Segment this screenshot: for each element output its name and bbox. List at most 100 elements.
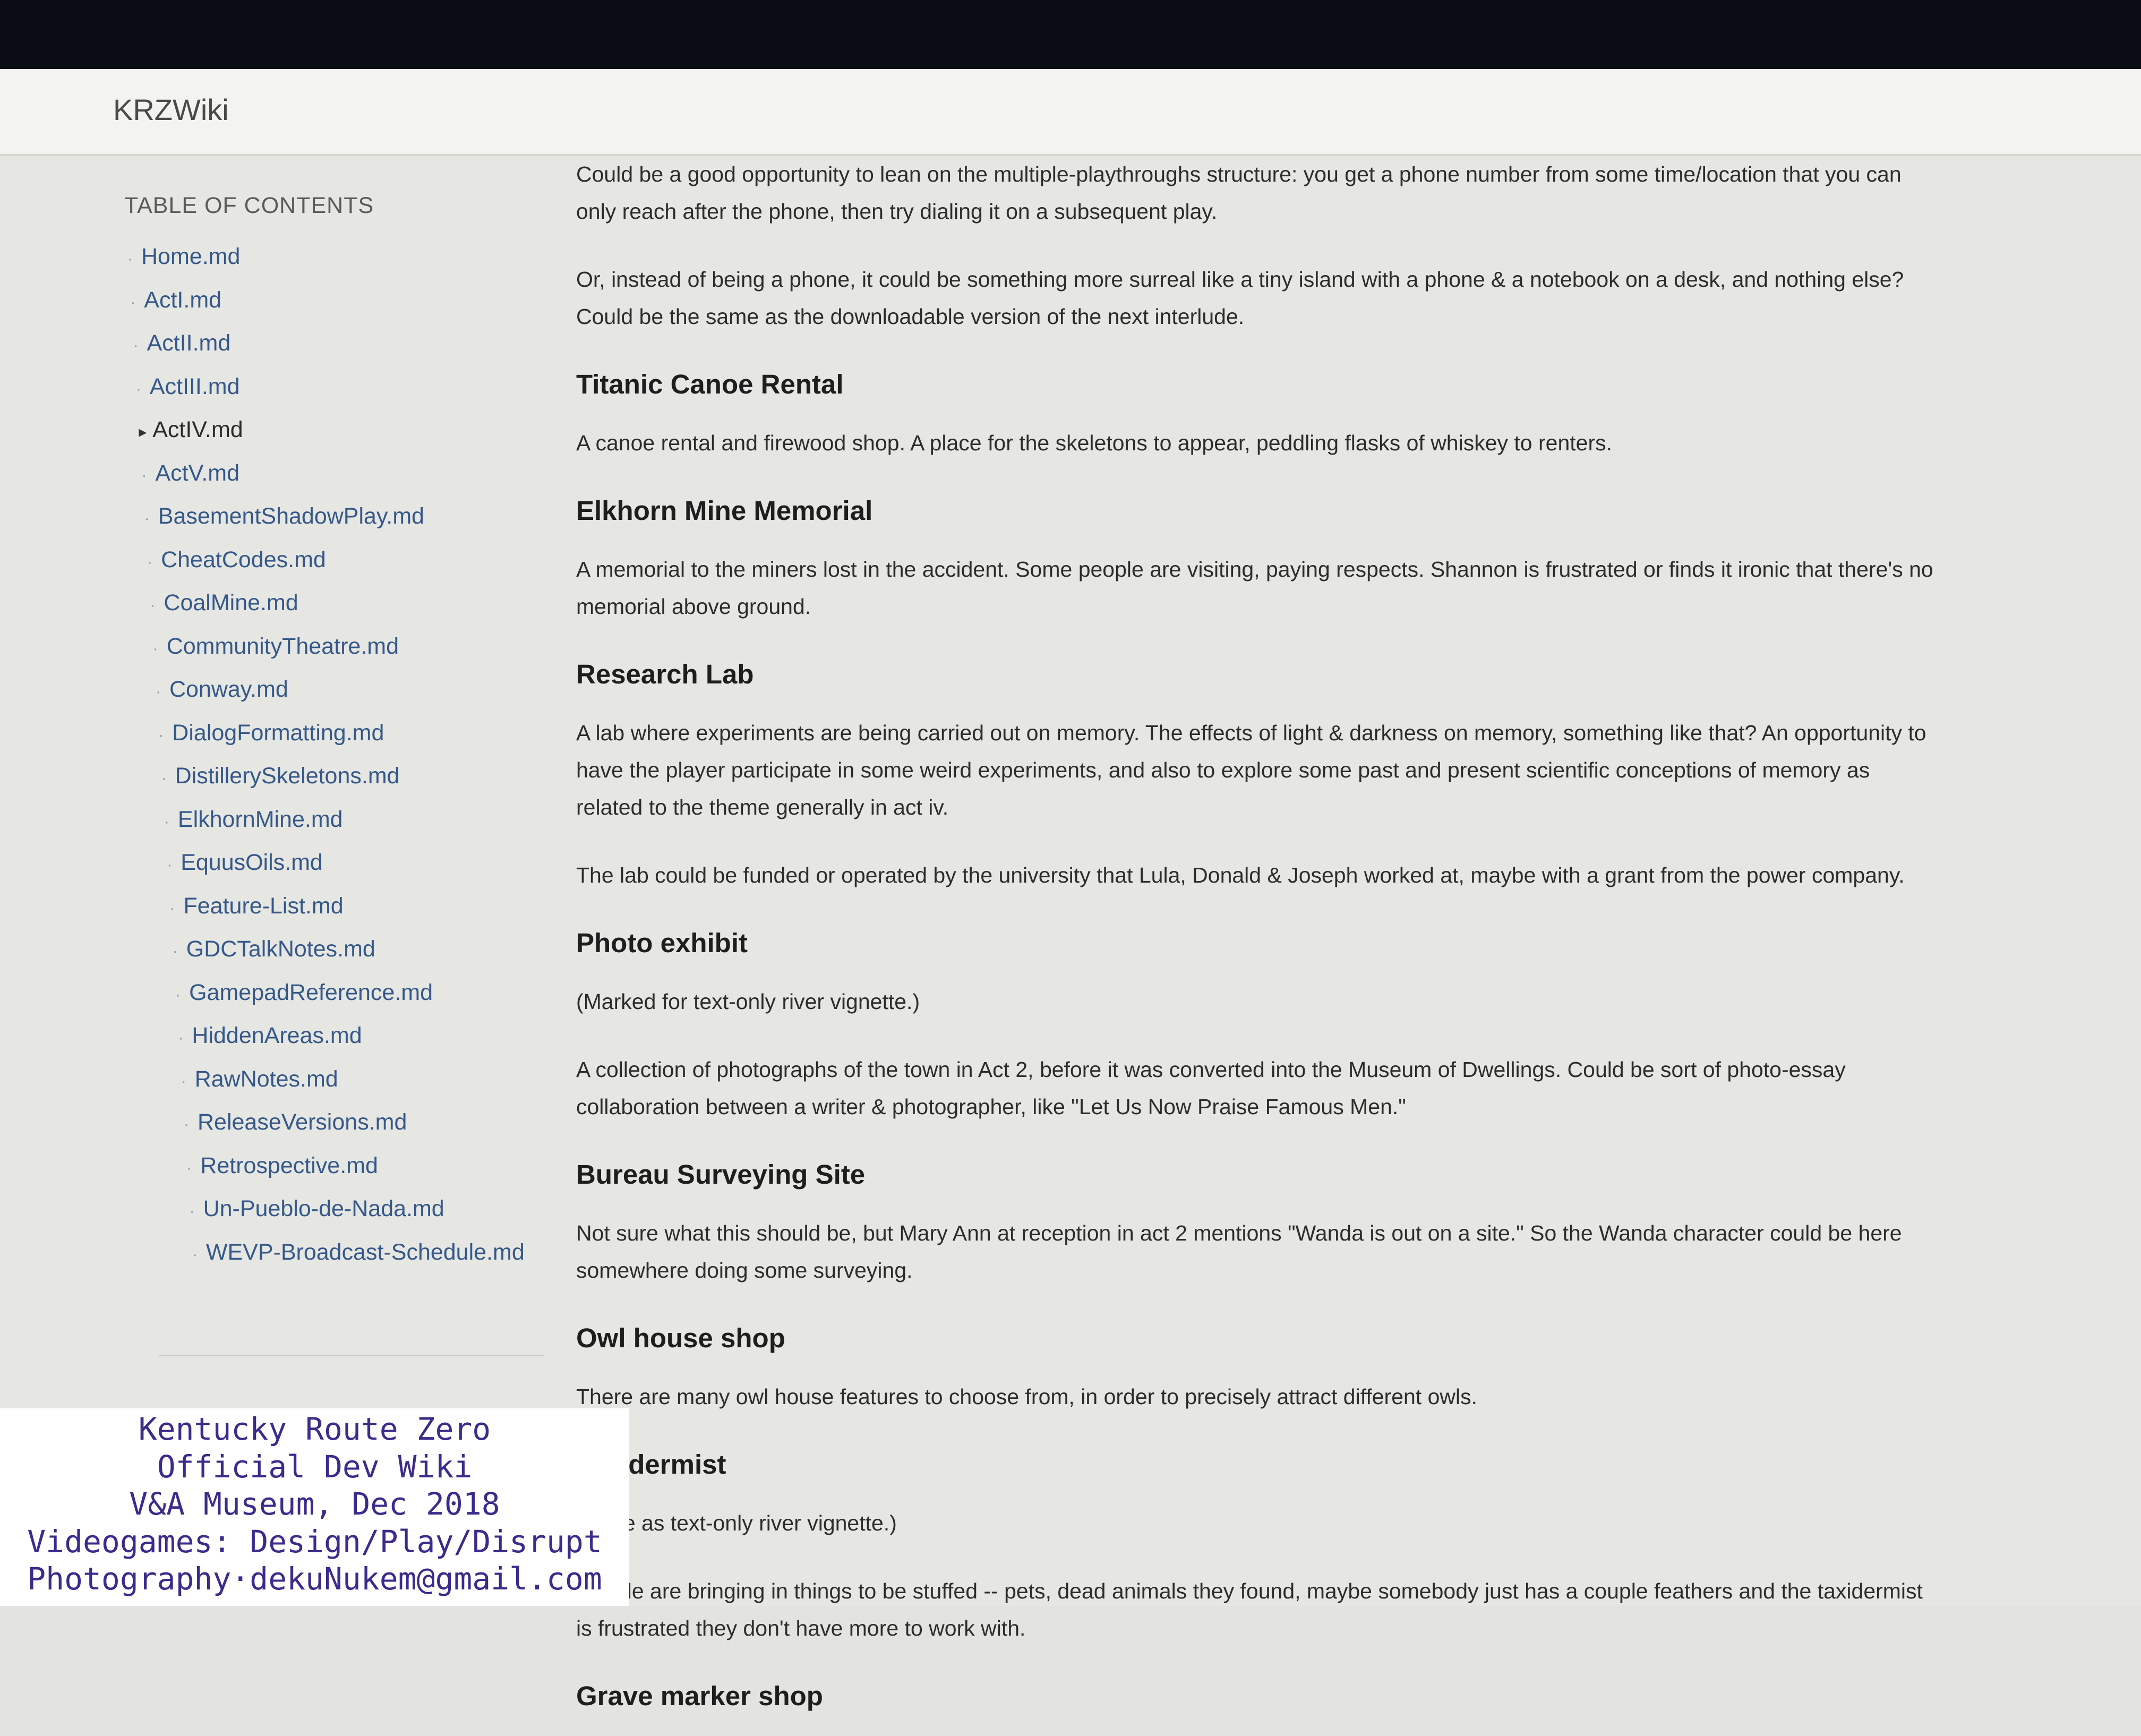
toc-item[interactable]: · Un-Pueblo-de-Nada.md xyxy=(0,1187,552,1231)
section-heading: Photo exhibit xyxy=(576,928,748,958)
section-paragraph: (Marked for text-only river vignette.) xyxy=(576,989,920,1014)
section-paragraph: People are bringing in things to be stuf… xyxy=(576,1579,1923,1640)
bullet-icon: · xyxy=(161,769,167,787)
toc-item-label: BasementShadowPlay.md xyxy=(158,503,424,529)
toc-item-label: Retrospective.md xyxy=(200,1152,378,1178)
browser-viewport: KRZWiki TABLE OF CONTENTS · Home.md · ActI.… xyxy=(0,69,2141,1711)
bullet-icon: · xyxy=(156,683,161,700)
toc-item-label: GDCTalkNotes.md xyxy=(186,936,375,962)
section-paragraph: Not sure what this should be, but Mary A… xyxy=(576,1221,1902,1282)
watermark-line: Photography·dekuNukem@gmail.com xyxy=(27,1561,602,1597)
toc-list: · Home.md · ActI.md · ActII.md · ActIII.md ▸ ActI… xyxy=(0,235,552,1274)
toc-item[interactable]: · DistillerySkeletons.md xyxy=(0,755,552,798)
toc-item[interactable]: · DialogFormatting.md xyxy=(0,712,552,755)
toc-item[interactable]: · CheatCodes.md xyxy=(0,538,552,582)
section-paragraph: There are many owl house features to cho… xyxy=(576,1384,1477,1409)
bullet-icon: · xyxy=(192,1245,198,1263)
toc-item[interactable]: · Feature-List.md xyxy=(0,885,552,928)
section-heading: Bureau Surveying Site xyxy=(576,1159,866,1190)
toc-item[interactable]: · ReleaseVersions.md xyxy=(0,1101,552,1144)
toc-item-label: ActIV.md xyxy=(152,417,243,442)
toc-item-label: DialogFormatting.md xyxy=(172,720,384,746)
section-heading: Grave marker shop xyxy=(576,1681,823,1711)
toc-item-label: GamepadReference.md xyxy=(189,979,433,1005)
toc-item[interactable]: · ActIII.md xyxy=(0,365,552,409)
toc-item-label: Conway.md xyxy=(169,677,288,702)
toc-item[interactable]: · BasementShadowPlay.md xyxy=(0,495,552,538)
photo-watermark: Kentucky Route Zero Official Dev Wiki V&A … xyxy=(0,1408,629,1606)
bullet-icon: · xyxy=(175,986,181,1004)
toc-item-label: RawNotes.md xyxy=(194,1066,338,1092)
toc-item-label: HiddenAreas.md xyxy=(192,1023,362,1048)
toc-item-label: DistillerySkeletons.md xyxy=(175,763,400,789)
section-paragraph: A collection of photographs of the town … xyxy=(576,1057,1846,1119)
site-header: KRZWiki xyxy=(0,69,2141,156)
toc-item[interactable]: ▸ ActIV.md xyxy=(0,408,552,452)
bullet-icon: · xyxy=(152,639,158,657)
toc-item[interactable]: · ActII.md xyxy=(0,322,552,365)
bullet-icon: · xyxy=(144,510,150,527)
bullet-icon: · xyxy=(127,250,133,268)
toc-item[interactable]: · CoalMine.md xyxy=(0,581,552,625)
toc-item-label: ActI.md xyxy=(144,287,222,313)
toc-item-label: EquusOils.md xyxy=(181,850,323,875)
watermark-line: Kentucky Route Zero xyxy=(138,1411,491,1447)
toc-item[interactable]: · ActV.md xyxy=(0,452,552,495)
intro-paragraph-1: Could be a good opportunity to lean on t… xyxy=(576,162,1902,224)
toc-item[interactable]: · Home.md xyxy=(0,235,552,279)
toc-item[interactable]: · RawNotes.md xyxy=(0,1058,552,1101)
toc-item[interactable]: · CommunityTheatre.md xyxy=(0,625,552,669)
toc-item-label: ReleaseVersions.md xyxy=(198,1109,407,1135)
bullet-icon: · xyxy=(178,1029,184,1047)
toc-item[interactable]: · Conway.md xyxy=(0,668,552,712)
bullet-icon: · xyxy=(141,466,147,484)
site-brand-link[interactable]: KRZWiki xyxy=(113,92,229,127)
toc-item[interactable]: · Retrospective.md xyxy=(0,1144,552,1188)
section-paragraph: (Done as text-only river vignette.) xyxy=(576,1511,897,1535)
section-heading: Titanic Canoe Rental xyxy=(576,369,844,399)
toc-item-label: CommunityTheatre.md xyxy=(166,633,399,659)
bullet-icon: · xyxy=(130,293,136,311)
bullet-icon: · xyxy=(150,596,156,614)
intro-paragraph-2: Or, instead of being a phone, it could b… xyxy=(576,267,1904,329)
bullet-icon: · xyxy=(164,813,169,831)
section-heading: Owl house shop xyxy=(576,1323,785,1353)
bullet-icon: · xyxy=(167,856,173,874)
monitor-bezel xyxy=(0,0,2141,69)
toc-item[interactable]: · HiddenAreas.md xyxy=(0,1014,552,1058)
toc-heading: TABLE OF CONTENTS xyxy=(124,193,374,218)
section-paragraph: A canoe rental and firewood shop. A plac… xyxy=(576,431,1612,455)
bullet-icon: · xyxy=(189,1202,195,1220)
bullet-icon: · xyxy=(184,1116,189,1133)
watermark-line: Official Dev Wiki xyxy=(157,1448,473,1485)
toc-item[interactable]: · ElkhornMine.md xyxy=(0,798,552,842)
toc-item[interactable]: · EquusOils.md xyxy=(0,841,552,885)
toc-divider xyxy=(159,1355,544,1356)
bullet-icon: · xyxy=(169,899,175,917)
section-heading: Research Lab xyxy=(576,659,754,689)
bullet-icon: · xyxy=(135,380,141,398)
toc-item-label: Feature-List.md xyxy=(183,893,344,919)
toc-item-label: ElkhornMine.md xyxy=(177,806,343,832)
section-paragraph: The lab could be funded or operated by t… xyxy=(576,863,1905,887)
watermark-line: Videogames: Design/Play/Disrupt xyxy=(27,1523,602,1560)
active-bullet-icon: ▸ xyxy=(139,423,147,441)
toc-item[interactable]: · GDCTalkNotes.md xyxy=(0,928,552,971)
watermark-line: V&A Museum, Dec 2018 xyxy=(129,1486,500,1522)
toc-item-label: Un-Pueblo-de-Nada.md xyxy=(203,1196,444,1221)
section-heading: Elkhorn Mine Memorial xyxy=(576,495,873,526)
toc-item-label: ActIII.md xyxy=(149,373,240,399)
bullet-icon: · xyxy=(186,1159,192,1177)
toc-item-label: WEVP-Broadcast-Schedule.md xyxy=(205,1239,525,1265)
toc-item[interactable]: · ActI.md xyxy=(0,279,552,322)
bullet-icon: · xyxy=(172,943,178,960)
bullet-icon: · xyxy=(181,1072,186,1090)
toc-item-label: ActII.md xyxy=(147,330,231,356)
article-sections: Titanic Canoe Rental A canoe rental and f… xyxy=(576,366,1936,1715)
section-paragraph: A lab where experiments are being carrie… xyxy=(576,721,1926,819)
toc-item[interactable]: · WEVP-Broadcast-Schedule.md xyxy=(0,1231,552,1275)
toc-item[interactable]: · GamepadReference.md xyxy=(0,971,552,1015)
article-content: Could be a good opportunity to lean on t… xyxy=(576,156,1936,1736)
toc-item-label: ActV.md xyxy=(155,460,240,486)
table-of-contents: TABLE OF CONTENTS · Home.md · ActI.md · ActII… xyxy=(0,156,552,1606)
